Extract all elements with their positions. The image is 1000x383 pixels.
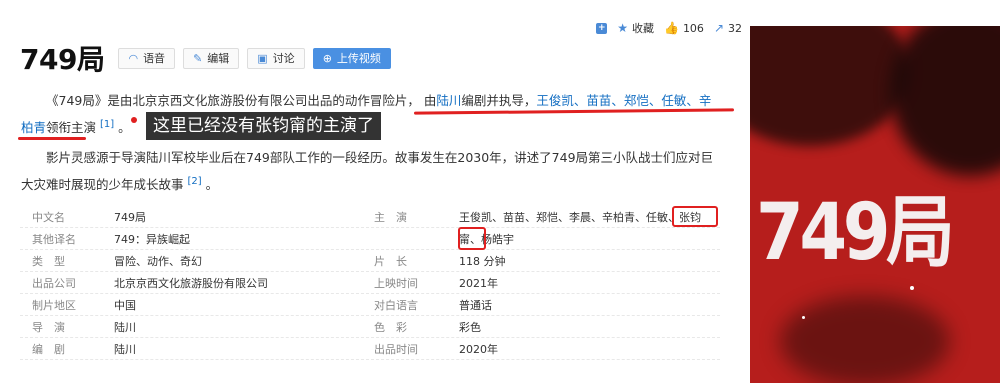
info-value: 749局 bbox=[114, 210, 146, 224]
info-label: 片 长 bbox=[374, 254, 407, 268]
info-label: 对白语言 bbox=[374, 298, 418, 312]
info-value: 彩色 bbox=[459, 320, 481, 334]
red-dot-marker bbox=[131, 117, 137, 123]
info-row: 出品公司 北京京西文化旅游股份有限公司 上映时间 2021年 bbox=[20, 272, 720, 294]
like-button[interactable]: 👍 106 bbox=[664, 21, 704, 35]
upload-video-button[interactable]: ⊕ 上传视频 bbox=[312, 47, 391, 69]
info-label: 中文名 bbox=[32, 210, 65, 224]
info-box: 中文名 749局 主 演 王俊凯、苗苗、郑恺、李晨、辛柏青、任敏、张钧 其他译名… bbox=[20, 206, 720, 360]
info-value: 2021年 bbox=[459, 276, 498, 290]
movie-poster[interactable]: 749局 bbox=[750, 26, 1000, 383]
cast-list-link-cont[interactable]: 甯、杨皓宇 bbox=[459, 231, 720, 247]
intro-text-end: 。 bbox=[118, 120, 131, 136]
poster-title: 749局 bbox=[756, 188, 955, 278]
info-row: 其他译名 749：异族崛起 甯、杨皓宇 bbox=[20, 228, 720, 250]
title-row: 749局 ◠ 语音 ✎ 编辑 ▣ 讨论 ⊕ 上传视频 bbox=[20, 38, 399, 78]
upload-video-label: 上传视频 bbox=[336, 52, 381, 65]
director-link[interactable]: 陆川 bbox=[436, 93, 461, 108]
reference-2[interactable]: [2] bbox=[188, 176, 202, 187]
poster-speck bbox=[910, 286, 914, 290]
add-icon[interactable]: + bbox=[596, 22, 608, 34]
info-label: 主 演 bbox=[374, 210, 407, 224]
info-label: 出品时间 bbox=[374, 342, 418, 356]
info-label: 上映时间 bbox=[374, 276, 418, 290]
annotation-caption: 这里已经没有张钧甯的主演了 bbox=[146, 112, 381, 140]
plot-text: 影片灵感源于导演陆川军校毕业后在749部队工作的一段经历。故事发生在2030年，… bbox=[21, 150, 714, 193]
plus-circle-icon: ⊕ bbox=[322, 51, 332, 65]
edit-label: 编辑 bbox=[207, 52, 230, 65]
thumbs-up-icon: 👍 bbox=[663, 21, 679, 35]
voice-label: 语音 bbox=[143, 52, 166, 65]
info-value: 冒险、动作、奇幻 bbox=[114, 254, 202, 268]
info-label: 制片地区 bbox=[32, 298, 76, 312]
info-label: 导 演 bbox=[32, 320, 65, 334]
star-icon: ★ bbox=[617, 21, 628, 35]
poster-speck bbox=[802, 316, 805, 319]
info-label: 出品公司 bbox=[32, 276, 76, 290]
red-highlight-box-2 bbox=[458, 227, 486, 250]
info-value: 118 分钟 bbox=[459, 254, 506, 268]
intro-text-b: 编剧并执导， bbox=[461, 93, 537, 108]
edit-button[interactable]: ✎ 编辑 bbox=[183, 47, 240, 69]
red-underline-annotation-2 bbox=[18, 137, 86, 140]
favorite-button[interactable]: ★ 收藏 bbox=[617, 20, 654, 36]
chat-icon: ▣ bbox=[257, 51, 268, 65]
info-label: 编 剧 bbox=[32, 342, 65, 356]
reference-1[interactable]: [1] bbox=[100, 119, 114, 130]
info-value: 北京京西文化旅游股份有限公司 bbox=[114, 276, 268, 290]
intro-text-a: 《749局》是由北京京西文化旅游股份有限公司出品的动作冒险片， 由 bbox=[46, 93, 437, 108]
favorite-label: 收藏 bbox=[631, 22, 654, 35]
plot-text-end: 。 bbox=[205, 177, 219, 193]
main-content: + ★ 收藏 👍 106 ↗ 32 749局 ◠ 语音 ✎ 编辑 ▣ 讨论 ⊕ bbox=[0, 0, 750, 383]
poster-shadow bbox=[890, 26, 1000, 176]
director-info-link[interactable]: 陆川 bbox=[114, 319, 374, 335]
poster-shadow bbox=[780, 296, 950, 383]
pencil-icon: ✎ bbox=[193, 51, 203, 65]
top-stats-bar: + ★ 收藏 👍 106 ↗ 32 bbox=[596, 20, 742, 36]
discuss-label: 讨论 bbox=[272, 52, 295, 65]
info-row: 编 剧 陆川 出品时间 2020年 bbox=[20, 338, 720, 360]
info-row: 制片地区 中国 对白语言 普通话 bbox=[20, 294, 720, 316]
info-label: 类 型 bbox=[32, 254, 65, 268]
page-title: 749局 bbox=[20, 43, 105, 76]
share-icon: ↗ bbox=[713, 21, 724, 35]
info-value: 普通话 bbox=[459, 298, 492, 312]
info-row: 导 演 陆川 色 彩 彩色 bbox=[20, 316, 720, 338]
info-row: 类 型 冒险、动作、奇幻 片 长 118 分钟 bbox=[20, 250, 720, 272]
info-label: 色 彩 bbox=[374, 320, 407, 334]
share-button[interactable]: ↗ 32 bbox=[714, 21, 742, 35]
info-value: 陆川 bbox=[114, 342, 136, 356]
intro-paragraph-2: 影片灵感源于导演陆川军校毕业后在749部队工作的一段经历。故事发生在2030年，… bbox=[21, 146, 721, 197]
info-value: 2020年 bbox=[459, 342, 498, 356]
red-highlight-box bbox=[672, 206, 718, 227]
voice-button[interactable]: ◠ 语音 bbox=[118, 47, 176, 69]
like-count: 106 bbox=[682, 21, 704, 35]
poster-shadow bbox=[750, 26, 910, 146]
info-value: 749：异族崛起 bbox=[114, 232, 190, 246]
info-row: 中文名 749局 主 演 王俊凯、苗苗、郑恺、李晨、辛柏青、任敏、张钧 bbox=[20, 206, 720, 228]
discuss-button[interactable]: ▣ 讨论 bbox=[247, 47, 305, 69]
info-value: 中国 bbox=[114, 298, 136, 312]
headphones-icon: ◠ bbox=[128, 51, 139, 65]
intro-text-c: 领衔主演 bbox=[46, 120, 97, 136]
info-label: 其他译名 bbox=[32, 232, 76, 246]
share-count: 32 bbox=[728, 21, 742, 35]
